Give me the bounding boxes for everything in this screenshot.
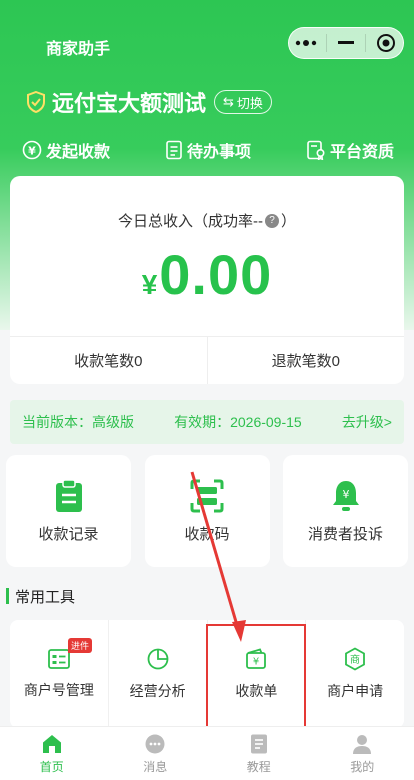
merchant-seal-icon: 商: [345, 647, 366, 671]
pie-chart-icon: [147, 648, 169, 670]
tab-tutorials[interactable]: 教程: [207, 727, 311, 780]
expiry-date: 有效期：2026-09-15: [174, 414, 302, 430]
bell-yen-icon: ¥: [332, 480, 359, 511]
income-card: 今日总收入（成功率-- ? ） ¥0.00 收款笔数0 退款笔数0: [10, 176, 404, 384]
income-label-prefix: 今日总收入（成功率--: [117, 213, 263, 230]
highlight-box: [206, 624, 306, 730]
switch-merchant-button[interactable]: ⇆ 切换: [214, 90, 272, 114]
tab-label: 教程: [246, 759, 271, 774]
mini-program-capsule: [288, 27, 404, 59]
tool-label: 商户号管理: [23, 682, 94, 698]
tile-consumer-complaints[interactable]: ¥ 消费者投诉: [283, 455, 408, 567]
minus-icon: [337, 41, 354, 44]
more-button[interactable]: [291, 29, 321, 57]
switch-label: 切换: [236, 95, 263, 111]
title-bar: 商家助手: [0, 24, 414, 64]
tile-label: 收款码: [184, 525, 230, 543]
current-version: 当前版本：高级版: [22, 414, 134, 430]
svg-text:商: 商: [350, 653, 360, 666]
merchant-header: 远付宝大额测试 ⇆ 切换: [26, 88, 272, 116]
tool-label: 商户申请: [327, 683, 384, 699]
currency-symbol: ¥: [141, 269, 158, 300]
income-amount: ¥0.00: [10, 242, 404, 307]
badge-onboarding: 进件: [68, 638, 93, 653]
tile-label: 消费者投诉: [307, 525, 383, 543]
target-close-icon: [376, 34, 395, 52]
clipboard-icon: [55, 478, 82, 512]
version-bar: 当前版本：高级版 有效期：2026-09-15 去升级>: [10, 400, 404, 444]
receipt-count[interactable]: 收款笔数0: [10, 337, 207, 384]
tab-home[interactable]: 首页: [0, 727, 104, 780]
tab-label: 我的: [350, 759, 375, 774]
tool-business-analysis[interactable]: 经营分析: [107, 620, 207, 728]
quick-action-label: 发起收款: [46, 144, 111, 161]
svg-text:¥: ¥: [28, 145, 36, 158]
yen-circle-icon: ¥: [22, 140, 42, 160]
primary-tiles: 收款记录 收款码 ¥ 消费者投诉: [6, 455, 408, 567]
upgrade-link[interactable]: 去升级>: [342, 412, 392, 432]
refund-count[interactable]: 退款笔数0: [208, 337, 405, 384]
tools-section-title: 常用工具: [6, 586, 75, 606]
shield-check-icon: [27, 91, 45, 113]
quick-action-collect[interactable]: ¥ 发起收款: [22, 136, 110, 164]
quick-action-label: 待办事项: [186, 144, 251, 161]
tab-messages[interactable]: 消息: [104, 727, 208, 780]
svg-text:¥: ¥: [342, 488, 349, 501]
tile-label: 收款记录: [38, 525, 99, 543]
capsule-divider: [365, 34, 367, 52]
quick-action-todo[interactable]: 待办事项: [165, 136, 251, 164]
tool-merchant-application[interactable]: 商 商户申请: [305, 620, 404, 728]
tile-payment-code[interactable]: 收款码: [144, 455, 270, 567]
section-marker: [6, 588, 9, 604]
more-dots-icon: [295, 40, 317, 46]
income-label: 今日总收入（成功率-- ? ）: [10, 210, 404, 231]
tab-profile[interactable]: 我的: [311, 727, 414, 780]
income-label-suffix: ）: [280, 213, 296, 230]
income-value: 0.00: [159, 243, 273, 306]
qr-scan-icon: [190, 479, 224, 512]
app-title: 商家助手: [46, 41, 111, 58]
tool-merchant-account[interactable]: 进件 商户号管理: [10, 620, 108, 728]
minimize-button[interactable]: [331, 29, 361, 57]
home-icon: [42, 734, 61, 753]
quick-action-label: 平台资质: [329, 144, 394, 161]
swap-icon: ⇆: [223, 94, 234, 109]
tool-label: 经营分析: [129, 683, 186, 699]
book-icon: [250, 734, 267, 753]
help-question-icon[interactable]: ?: [264, 213, 279, 228]
tab-label: 首页: [39, 759, 64, 774]
bottom-tab-bar: 首页 消息 教程 我的: [0, 726, 414, 780]
merchant-name: 远付宝大额测试: [52, 91, 207, 116]
chat-icon: [145, 734, 165, 753]
tab-label: 消息: [143, 759, 168, 774]
quick-actions: ¥ 发起收款 待办事项 平台资质: [0, 136, 414, 164]
user-icon: [353, 734, 372, 754]
section-title-text: 常用工具: [15, 588, 76, 606]
close-button[interactable]: [371, 29, 401, 57]
quick-action-qualification[interactable]: 平台资质: [306, 136, 394, 164]
document-list-icon: [166, 140, 182, 160]
tile-payment-records[interactable]: 收款记录: [6, 455, 131, 567]
capsule-divider: [325, 34, 327, 52]
certificate-icon: [307, 140, 325, 160]
income-stats: 收款笔数0 退款笔数0: [10, 336, 404, 384]
